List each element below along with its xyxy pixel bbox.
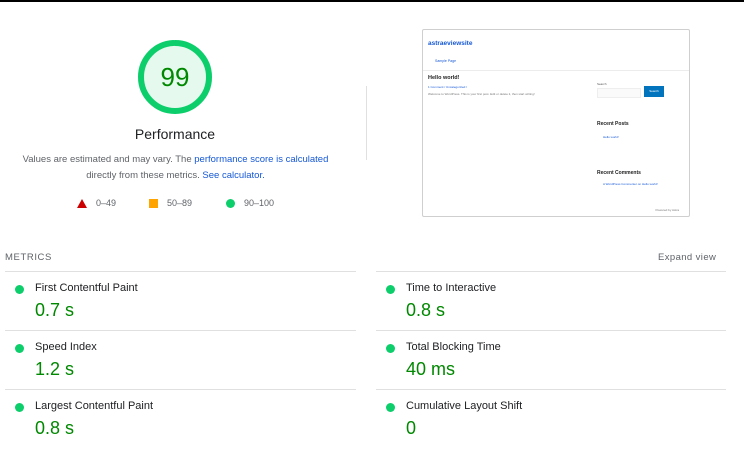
thumb-nav-item: Sample Page — [435, 59, 457, 63]
metric-value: 0 — [406, 418, 417, 438]
pass-circle-icon — [15, 285, 24, 294]
metric-name: Largest Contentful Paint — [35, 400, 154, 412]
description-text-2: directly from these metrics. — [86, 170, 203, 181]
metric-value: 1.2 s — [35, 359, 75, 379]
metric-first-contentful-paint: First Contentful Paint 0.7 s — [5, 272, 345, 330]
metric-value: 0.8 s — [406, 300, 446, 320]
metrics-title: METRICS — [5, 252, 52, 263]
pass-circle-icon — [15, 403, 24, 412]
thumb-site-title: astraeviewsite — [428, 40, 473, 47]
metric-value: 40 ms — [406, 359, 456, 379]
legend-range: 50–89 — [167, 198, 193, 208]
see-calculator-link[interactable]: See calculator. — [202, 170, 264, 181]
metric-cumulative-layout-shift: Cumulative Layout Shift 0 — [376, 390, 716, 448]
thumb-footer: Powered by Astra — [655, 208, 679, 212]
performance-gauge: 99 — [136, 38, 214, 116]
legend-item-fail: 0–49 — [77, 198, 116, 208]
legend-range: 90–100 — [244, 198, 275, 208]
thumb-post-meta: 1 Comment / Uncategorized / — [428, 85, 468, 89]
thumb-post-body: Welcome to WordPress. This is your first… — [428, 92, 535, 96]
metric-name: Speed Index — [35, 341, 97, 353]
metric-value: 0.7 s — [35, 300, 75, 320]
metric-name: Cumulative Layout Shift — [406, 400, 523, 412]
thumb-divider — [423, 70, 689, 71]
legend-item-average: 50–89 — [149, 198, 192, 208]
metric-largest-contentful-paint: Largest Contentful Paint 0.8 s — [5, 390, 345, 448]
vertical-divider — [366, 86, 367, 160]
expand-view-button[interactable]: Expand view — [658, 252, 716, 263]
circle-green-icon — [226, 198, 235, 208]
performance-score-link[interactable]: performance score is calculated — [194, 154, 328, 165]
square-orange-icon — [149, 198, 158, 208]
pass-circle-icon — [386, 403, 395, 412]
metric-name: Total Blocking Time — [406, 341, 501, 353]
metric-total-blocking-time: Total Blocking Time 40 ms — [376, 331, 716, 389]
legend-range: 0–49 — [96, 198, 117, 208]
triangle-red-icon — [77, 198, 87, 208]
thumb-recent-posts-heading: Recent Posts — [597, 121, 629, 127]
metric-name: Time to Interactive — [406, 282, 497, 294]
thumb-recent-comment-link: A WordPress Commenter on Hello world! — [603, 182, 658, 186]
thumb-search-label: Search — [597, 82, 607, 86]
gauge-title: Performance — [134, 126, 216, 142]
metric-speed-index: Speed Index 1.2 s — [5, 331, 345, 389]
pass-circle-icon — [386, 285, 395, 294]
thumb-search-input — [597, 88, 641, 98]
final-screenshot[interactable]: astraeviewsite Sample Page Hello world! … — [422, 29, 690, 217]
metric-value: 0.8 s — [35, 418, 75, 438]
thumb-recent-post-link: Hello world! — [603, 135, 619, 139]
thumb-search-button: Search — [644, 86, 664, 97]
legend-item-pass: 90–100 — [226, 198, 274, 208]
performance-score: 99 — [160, 62, 190, 92]
thumb-recent-comments-heading: Recent Comments — [597, 170, 641, 176]
pass-circle-icon — [386, 344, 395, 353]
description-text: Values are estimated and may vary. The — [22, 154, 195, 165]
top-border — [0, 0, 744, 2]
metric-time-to-interactive: Time to Interactive 0.8 s — [376, 272, 716, 330]
pass-circle-icon — [15, 344, 24, 353]
metric-name: First Contentful Paint — [35, 282, 138, 294]
score-description: Values are estimated and may vary. The p… — [18, 152, 333, 184]
thumb-post-title: Hello world! — [428, 75, 460, 81]
